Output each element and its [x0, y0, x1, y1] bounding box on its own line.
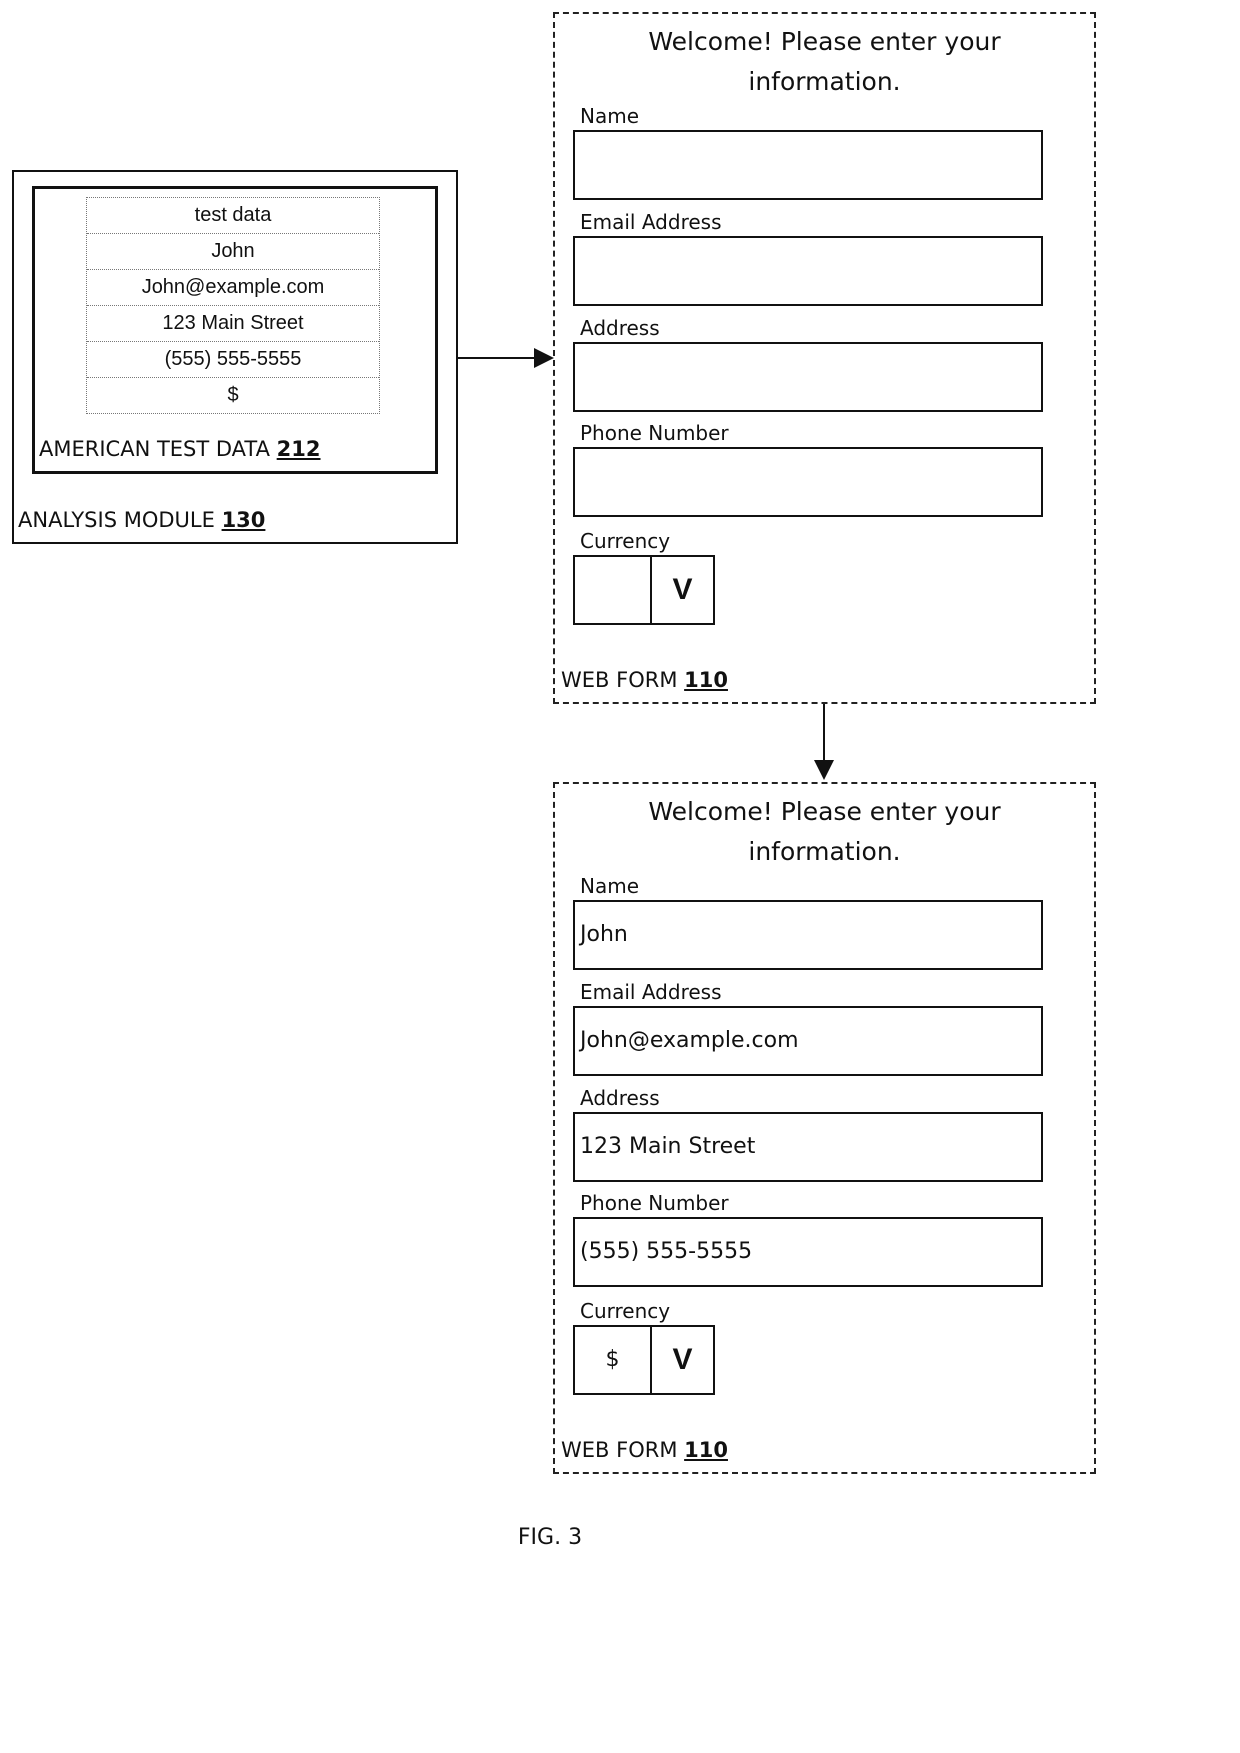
- currency-value: $: [575, 1327, 652, 1393]
- address-label: Address: [580, 1086, 660, 1110]
- phone-label: Phone Number: [580, 421, 729, 445]
- web-form-ref: 110: [684, 668, 728, 692]
- name-input[interactable]: John: [573, 900, 1043, 970]
- address-input[interactable]: 123 Main Street: [573, 1112, 1043, 1182]
- phone-input[interactable]: (555) 555-5555: [573, 1217, 1043, 1287]
- web-form-ref: 110: [684, 1438, 728, 1462]
- email-label: Email Address: [580, 210, 722, 234]
- welcome-line-1: Welcome! Please enter your: [648, 27, 1001, 56]
- form-welcome: Welcome! Please enter your information.: [555, 22, 1094, 102]
- welcome-line-2: information.: [748, 67, 901, 96]
- currency-label: Currency: [580, 1299, 671, 1323]
- email-input[interactable]: John@example.com: [573, 1006, 1043, 1076]
- form-welcome: Welcome! Please enter your information.: [555, 792, 1094, 872]
- web-form-title: WEB FORM: [561, 668, 678, 692]
- phone-input[interactable]: [573, 447, 1043, 517]
- phone-label: Phone Number: [580, 1191, 729, 1215]
- chevron-down-icon[interactable]: V: [652, 1327, 713, 1393]
- web-form-label: WEB FORM 110: [561, 1438, 728, 1462]
- welcome-line-2: information.: [748, 837, 901, 866]
- email-input[interactable]: [573, 236, 1043, 306]
- name-label: Name: [580, 874, 640, 898]
- address-label: Address: [580, 316, 660, 340]
- currency-select[interactable]: V: [573, 555, 715, 625]
- web-form-label: WEB FORM 110: [561, 668, 728, 692]
- web-form-title: WEB FORM: [561, 1438, 678, 1462]
- address-input[interactable]: [573, 342, 1043, 412]
- email-label: Email Address: [580, 980, 722, 1004]
- welcome-line-1: Welcome! Please enter your: [648, 797, 1001, 826]
- figure-caption: FIG. 3: [517, 1525, 583, 1550]
- currency-value: [575, 557, 652, 623]
- name-label: Name: [580, 104, 640, 128]
- currency-label: Currency: [580, 529, 671, 553]
- chevron-down-icon[interactable]: V: [652, 557, 713, 623]
- currency-select[interactable]: $ V: [573, 1325, 715, 1395]
- name-input[interactable]: [573, 130, 1043, 200]
